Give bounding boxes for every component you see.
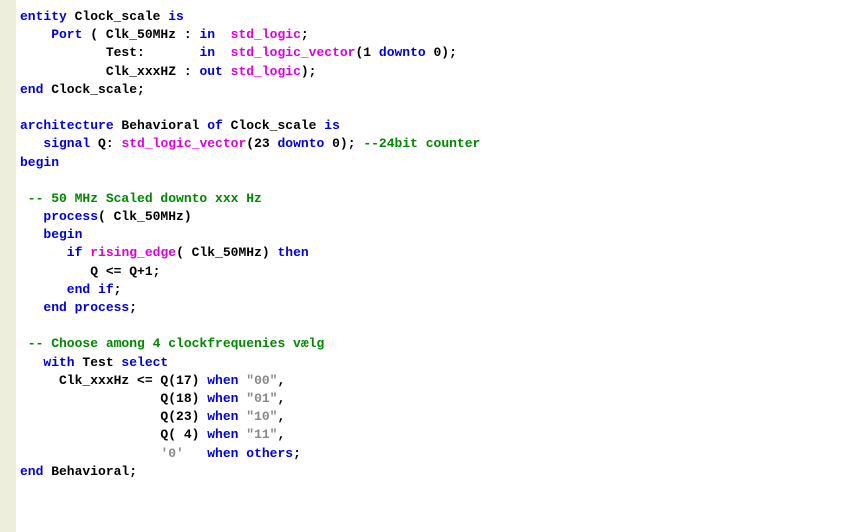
code-text: Clock_scale xyxy=(223,118,324,133)
char-literal: '0' xyxy=(160,446,183,461)
keyword-with: with xyxy=(20,355,75,370)
code-text: Clk_xxxHz <= Q(17) xyxy=(20,373,207,388)
code-text: (1 xyxy=(355,45,378,60)
code-text xyxy=(20,446,160,461)
entity-name: Clock_scale xyxy=(67,9,168,24)
string-literal: "10" xyxy=(246,409,277,424)
keyword-when: when xyxy=(207,409,238,424)
comment: --24bit counter xyxy=(363,136,480,151)
keyword-then: then xyxy=(277,245,308,260)
code-text: , xyxy=(277,373,285,388)
keyword-is: is xyxy=(324,118,340,133)
code-text: Q: xyxy=(90,136,121,151)
code-text: ; xyxy=(293,446,301,461)
code-text: ; xyxy=(129,300,137,315)
keyword-end: end xyxy=(20,82,43,97)
keyword-begin: begin xyxy=(20,227,82,242)
code-text: ( Clk_50MHz) xyxy=(98,209,192,224)
keyword-process: process xyxy=(20,209,98,224)
comment: -- Choose among 4 clockfrequenies vælg xyxy=(20,336,324,351)
keyword-select: select xyxy=(121,355,168,370)
code-text: 0); xyxy=(324,136,363,151)
code-text xyxy=(215,45,231,60)
keyword-others: others xyxy=(246,446,293,461)
code-text: , xyxy=(277,391,285,406)
keyword-entity: entity xyxy=(20,9,67,24)
keyword-port: Port xyxy=(20,27,82,42)
keyword-downto: downto xyxy=(277,136,324,151)
code-text: Clock_scale; xyxy=(43,82,144,97)
code-text: , xyxy=(277,409,285,424)
keyword-end: end xyxy=(20,464,43,479)
keyword-begin: begin xyxy=(20,155,59,170)
type-stdlogic: std_logic xyxy=(231,27,301,42)
vhdl-source: entity Clock_scale is Port ( Clk_50MHz :… xyxy=(20,8,838,481)
code-text: ( Clk_50MHz) xyxy=(176,245,277,260)
type-stdlogic: std_logic xyxy=(231,64,301,79)
code-text xyxy=(215,27,231,42)
keyword-downto: downto xyxy=(379,45,426,60)
code-text xyxy=(184,446,207,461)
keyword-when: when xyxy=(207,373,238,388)
code-text: Q(23) xyxy=(20,409,207,424)
code-text: Q <= Q+1; xyxy=(20,264,160,279)
code-text: ; xyxy=(114,282,122,297)
code-text: Behavioral; xyxy=(43,464,137,479)
keyword-signal: signal xyxy=(20,136,90,151)
code-text: Test xyxy=(75,355,122,370)
string-literal: "00" xyxy=(246,373,277,388)
code-text: ; xyxy=(301,27,309,42)
func-risingedge: rising_edge xyxy=(90,245,176,260)
type-stdlogicvector: std_logic_vector xyxy=(121,136,246,151)
keyword-endprocess: end process xyxy=(20,300,129,315)
keyword-when: when xyxy=(207,427,238,442)
keyword-architecture: architecture xyxy=(20,118,114,133)
keyword-in: in xyxy=(199,45,215,60)
keyword-of: of xyxy=(207,118,223,133)
code-text xyxy=(223,64,231,79)
code-text: Test: xyxy=(20,45,199,60)
string-literal: "11" xyxy=(246,427,277,442)
type-stdlogicvector: std_logic_vector xyxy=(231,45,356,60)
code-text: ); xyxy=(301,64,317,79)
keyword-when: when xyxy=(207,391,238,406)
code-text: , xyxy=(277,427,285,442)
keyword-in: in xyxy=(199,27,215,42)
comment: -- 50 MHz Scaled downto xxx Hz xyxy=(20,191,262,206)
keyword-if: if xyxy=(20,245,82,260)
code-text: Behavioral xyxy=(114,118,208,133)
keyword-is: is xyxy=(168,9,184,24)
string-literal: "01" xyxy=(246,391,277,406)
code-text: 0); xyxy=(426,45,457,60)
keyword-endif: end if xyxy=(20,282,114,297)
code-text: Q( 4) xyxy=(20,427,207,442)
code-text: ( Clk_50MHz : xyxy=(82,27,199,42)
code-text: Clk_xxxHZ : xyxy=(20,64,199,79)
code-text: (23 xyxy=(246,136,277,151)
keyword-out: out xyxy=(199,64,222,79)
keyword-when: when xyxy=(207,446,238,461)
code-block: entity Clock_scale is Port ( Clk_50MHz :… xyxy=(16,0,842,532)
code-text: Q(18) xyxy=(20,391,207,406)
